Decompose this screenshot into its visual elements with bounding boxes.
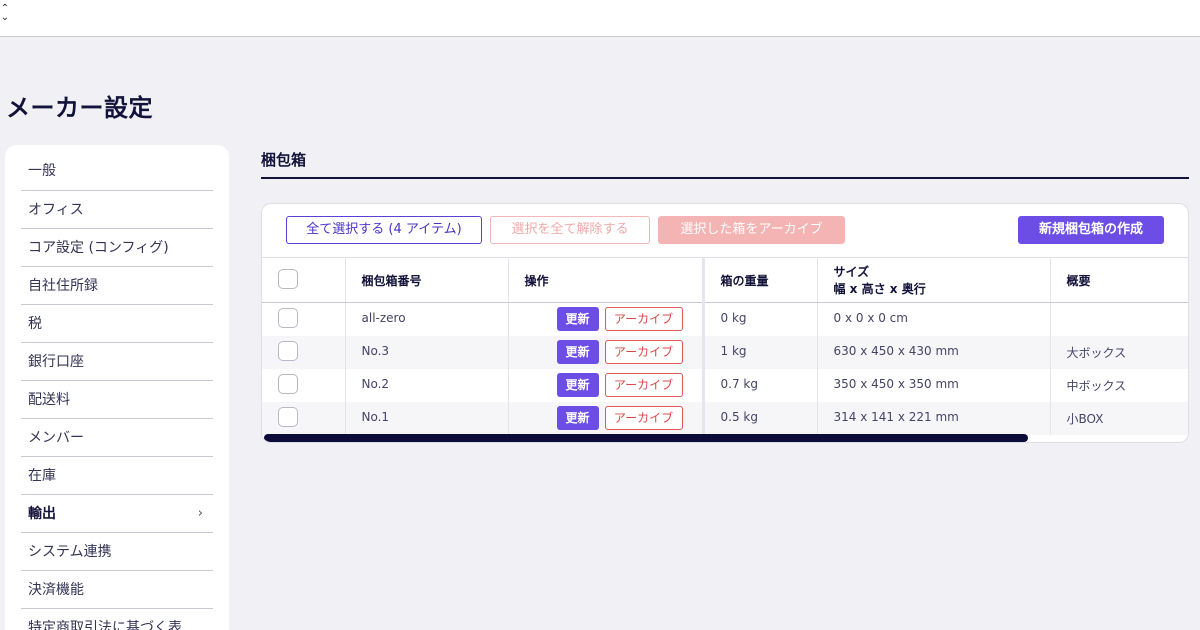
sidebar-item-members[interactable]: メンバー [21, 419, 213, 457]
row-checkbox[interactable] [278, 406, 298, 427]
archive-button[interactable]: アーカイブ [604, 307, 683, 331]
sidebar-item-commerce-law[interactable]: 特定商取引法に基づく表 [21, 609, 213, 630]
top-bar: ⌃ ⌄ [0, 0, 1200, 37]
row-checkbox-cell [262, 335, 346, 369]
table-row: No.1 更新 アーカイブ 0.5 kg 314 x 141 x 221 mm 小… [262, 401, 1188, 435]
archive-button[interactable]: アーカイブ [604, 372, 683, 397]
sidebar-item-shipping-fee[interactable]: 配送料 [21, 381, 213, 419]
archive-button[interactable]: アーカイブ [604, 405, 683, 430]
weight-cell: 0.5 kg [703, 401, 818, 435]
size-cell: 314 x 141 x 221 mm [817, 401, 1051, 435]
sidebar-item-label: メンバー [28, 430, 84, 446]
actions-cell: 更新 アーカイブ [508, 302, 705, 336]
update-button[interactable]: 更新 [556, 307, 599, 331]
summary-cell: 中ボックス [1066, 378, 1127, 393]
weight-cell: 0.7 kg [703, 368, 818, 402]
sidebar-item-label: 在庫 [28, 468, 56, 484]
archive-selected-button[interactable]: 選択した箱をアーカイブ [658, 216, 845, 244]
row-checkbox[interactable] [278, 373, 298, 394]
sidebar-item-label: 税 [28, 316, 42, 332]
settings-sidebar: 一般 オフィス コア設定 (コンフィグ) 自社住所録 税 銀行口座 配送料 メン… [5, 145, 229, 630]
update-button[interactable]: 更新 [556, 372, 599, 397]
actions-cell: 更新 アーカイブ [508, 401, 705, 435]
section-title: 梱包箱 [261, 151, 307, 169]
size-cell: 0 x 0 x 0 cm [817, 302, 1051, 336]
summary-cell: 大ボックス [1050, 335, 1188, 369]
header-size-sub: 幅 x 高さ x 奥行 [833, 282, 926, 296]
update-button[interactable]: 更新 [556, 339, 599, 364]
row-checkbox-cell [262, 302, 346, 336]
sidebar-item-tax[interactable]: 税 [21, 305, 213, 343]
header-size-label: サイズ [833, 265, 870, 279]
sidebar-item-inventory[interactable]: 在庫 [21, 457, 213, 495]
table-header-row: 梱包箱番号 操作 箱の重量 サイズ幅 x 高さ x 奥行 概要 [262, 257, 1188, 303]
sidebar-item-export[interactable]: 輸出 › [21, 495, 213, 533]
sidebar-item-address-book[interactable]: 自社住所録 [21, 267, 213, 305]
sidebar-item-bank-account[interactable]: 銀行口座 [21, 343, 213, 381]
sidebar-item-label: 銀行口座 [28, 354, 84, 370]
update-button[interactable]: 更新 [556, 405, 599, 430]
table-row: No.2 更新 アーカイブ 0.7 kg 350 x 450 x 350 mm 中… [262, 368, 1188, 402]
sidebar-item-label: コア設定 (コンフィグ) [28, 240, 169, 256]
row-checkbox[interactable] [278, 340, 298, 361]
section-divider [261, 177, 1189, 179]
sidebar-item-label: 配送料 [28, 392, 70, 408]
header-actions: 操作 [508, 257, 705, 303]
table-row: all-zero 更新 アーカイブ 0 kg 0 x 0 x 0 cm [262, 302, 1188, 336]
table-row: No.3 更新 アーカイブ 1 kg 630 x 450 x 430 mm 大ボッ… [262, 335, 1188, 369]
box-number-cell: No.3 [345, 335, 509, 369]
row-checkbox-cell [262, 401, 346, 435]
weight-cell: 0 kg [703, 302, 818, 336]
actions-cell: 更新 アーカイブ [508, 368, 705, 402]
header-box-number: 梱包箱番号 [345, 257, 509, 303]
sidebar-item-general[interactable]: 一般 [21, 152, 213, 191]
sidebar-item-label: 一般 [28, 163, 56, 179]
actions-cell: 更新 アーカイブ [508, 335, 705, 369]
page-title: メーカー設定 [6, 94, 153, 122]
archive-button[interactable]: アーカイブ [604, 339, 683, 364]
size-cell: 630 x 450 x 430 mm [817, 335, 1051, 369]
weight-cell: 1 kg [703, 335, 818, 369]
sidebar-item-core-config[interactable]: コア設定 (コンフィグ) [21, 229, 213, 267]
sidebar-item-label: 自社住所録 [28, 278, 98, 294]
box-number-cell: No.1 [345, 401, 509, 435]
size-cell: 350 x 450 x 350 mm [817, 368, 1051, 402]
sidebar-item-label: 特定商取引法に基づく表 [28, 620, 182, 630]
box-number-cell: No.2 [345, 368, 509, 402]
header-size: サイズ幅 x 高さ x 奥行 [817, 257, 1051, 303]
sidebar-item-system-integration[interactable]: システム連携 [21, 533, 213, 571]
header-checkbox-cell [262, 257, 346, 303]
packaging-box-card: 全て選択する (4 アイテム) 選択を全て解除する 選択した箱をアーカイブ 新規… [261, 203, 1189, 443]
chevron-up-down-icon[interactable]: ⌃ ⌄ [0, 4, 10, 26]
row-checkbox-cell [262, 368, 346, 402]
sidebar-item-label: 決済機能 [28, 582, 84, 598]
sidebar-item-payment[interactable]: 決済機能 [21, 571, 213, 609]
sidebar-item-label: システム連携 [28, 544, 112, 560]
summary-cell [1050, 303, 1188, 336]
row-checkbox[interactable] [278, 308, 298, 328]
box-number-cell: all-zero [345, 302, 509, 336]
sidebar-item-office[interactable]: オフィス [21, 191, 213, 229]
chevron-right-icon: › [197, 506, 203, 521]
select-all-button[interactable]: 全て選択する (4 アイテム) [286, 216, 482, 244]
create-box-button[interactable]: 新規梱包箱の作成 [1018, 216, 1164, 244]
header-weight: 箱の重量 [703, 257, 818, 303]
packaging-box-table: 梱包箱番号 操作 箱の重量 サイズ幅 x 高さ x 奥行 概要 all-zero… [262, 257, 1188, 435]
header-summary: 概要 [1050, 257, 1188, 303]
sidebar-item-label: 輸出 [28, 506, 56, 522]
sidebar-item-label: オフィス [28, 202, 84, 218]
select-all-checkbox[interactable] [278, 268, 298, 289]
summary-cell: 小BOX [1050, 401, 1188, 435]
deselect-all-button[interactable]: 選択を全て解除する [490, 216, 650, 244]
horizontal-scrollbar-thumb[interactable] [264, 434, 1028, 442]
